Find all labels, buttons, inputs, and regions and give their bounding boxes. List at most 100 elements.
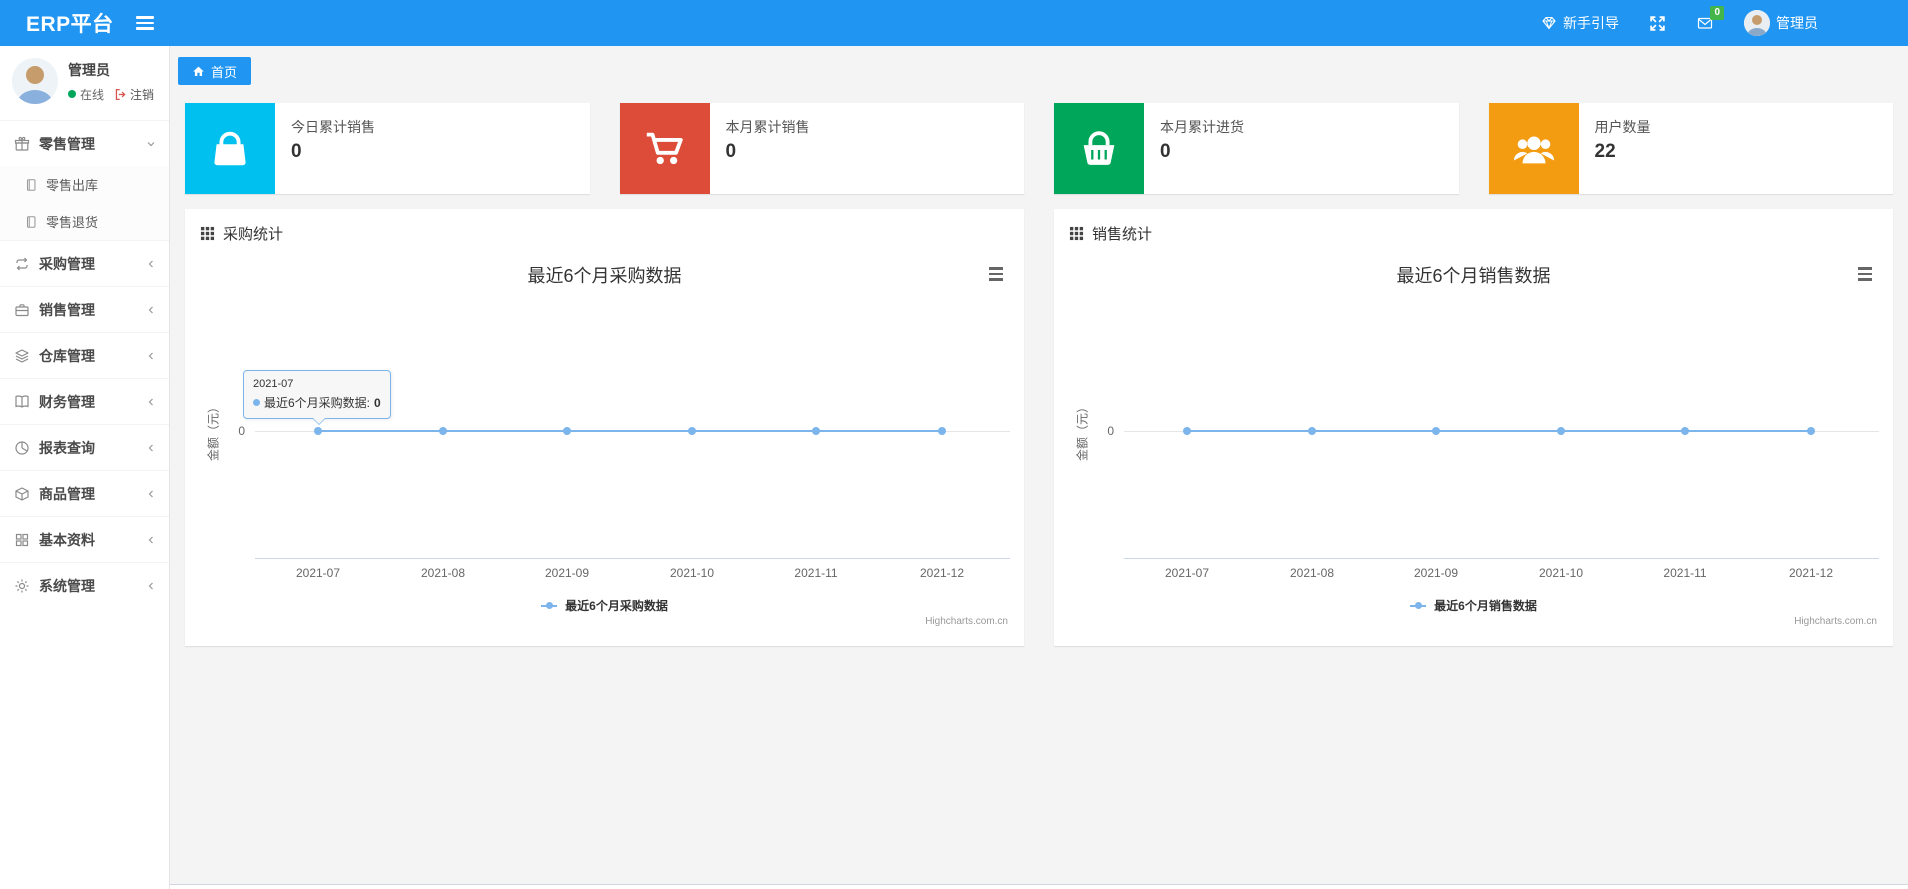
stat-value: 22 bbox=[1594, 141, 1616, 162]
sidebar-item-retail[interactable]: 零售管理 bbox=[0, 120, 169, 166]
chevron-left-icon bbox=[145, 580, 157, 592]
sidebar-item-retail-outbound[interactable]: 零售出库 bbox=[0, 166, 169, 203]
chart-context-menu-button[interactable] bbox=[986, 264, 1006, 284]
x-tick-label: 2021-11 bbox=[794, 566, 838, 580]
chart-title: 最近6个月销售数据 bbox=[1396, 266, 1551, 286]
sidebar-toggle-button[interactable] bbox=[135, 16, 154, 30]
x-tick-label: 2021-10 bbox=[1538, 566, 1584, 580]
tooltip-series-dot-icon bbox=[253, 399, 260, 406]
context-menu-icon bbox=[989, 267, 1003, 270]
chevron-left-icon bbox=[145, 534, 157, 546]
x-tick-label: 2021-09 bbox=[544, 566, 590, 580]
book-icon bbox=[14, 394, 30, 410]
app-brand: ERP平台 bbox=[26, 13, 114, 36]
stat-card-today-sales: 今日累计销售 0 bbox=[185, 103, 590, 194]
stat-title: 本月累计进货 bbox=[1160, 119, 1244, 135]
x-tick-label: 2021-07 bbox=[1164, 566, 1210, 580]
x-axis-line bbox=[1124, 558, 1879, 559]
sidebar-user-panel: 管理员 在线 注销 bbox=[0, 46, 169, 116]
data-point-marker bbox=[1557, 427, 1565, 435]
logout-button[interactable]: 注销 bbox=[114, 86, 154, 103]
charts-row: 采购统计 最近6个月采购数据 金额（元） 0 2021-07 2021-08 2… bbox=[185, 209, 1893, 646]
legend-item[interactable]: 最近6个月销售数据 bbox=[1064, 597, 1883, 614]
fullscreen-button[interactable] bbox=[1649, 15, 1666, 32]
chart-tooltip: 2021-07 最近6个月采购数据: 0 bbox=[243, 370, 391, 425]
tooltip-arrow bbox=[312, 417, 326, 425]
y-axis-label: 金额（元） bbox=[206, 400, 221, 462]
sidebar-item-sales[interactable]: 销售管理 bbox=[0, 286, 169, 332]
th-grid-icon bbox=[200, 226, 215, 241]
chart-title: 最近6个月采购数据 bbox=[527, 266, 682, 286]
stat-title: 本月累计销售 bbox=[725, 119, 810, 135]
data-point-marker bbox=[1308, 427, 1316, 435]
data-point-marker bbox=[1432, 427, 1440, 435]
data-point-marker bbox=[938, 427, 946, 435]
data-point-marker bbox=[314, 427, 322, 435]
stat-cards-row: 今日累计销售 0 本月累计销售 0 本月累计进货 0 用户数量 22 bbox=[185, 103, 1893, 194]
main-content: 首页 今日累计销售 0 本月累计销售 0 本月累计进货 0 用户数量 22 采购… bbox=[170, 46, 1908, 889]
x-tick-label: 2021-08 bbox=[420, 566, 466, 580]
sidebar-item-retail-return[interactable]: 零售退货 bbox=[0, 203, 169, 240]
sidebar-item-purchase[interactable]: 采购管理 bbox=[0, 240, 169, 286]
layers-icon bbox=[14, 348, 30, 364]
retail-submenu: 零售出库 零售退货 bbox=[0, 166, 169, 240]
online-status: 在线 bbox=[80, 87, 105, 102]
messages-button[interactable]: 0 bbox=[1696, 6, 1724, 31]
sidebar-item-warehouse[interactable]: 仓库管理 bbox=[0, 332, 169, 378]
data-point-marker bbox=[439, 427, 447, 435]
x-tick-label: 2021-09 bbox=[1413, 566, 1459, 580]
guide-button[interactable]: 新手引导 bbox=[1541, 13, 1619, 33]
gear-icon bbox=[14, 578, 30, 594]
y-axis-label: 金额（元） bbox=[1075, 400, 1090, 462]
chevron-left-icon bbox=[145, 488, 157, 500]
user-menu[interactable]: 管理员 bbox=[1744, 10, 1818, 36]
top-navbar: ERP平台 新手引导 0 管理员 bbox=[0, 0, 1908, 46]
document-icon bbox=[24, 178, 38, 192]
gift-icon bbox=[14, 136, 30, 152]
chevron-left-icon bbox=[145, 350, 157, 362]
user-name: 管理员 bbox=[1776, 15, 1818, 31]
y-axis-tick: 0 bbox=[238, 424, 245, 438]
briefcase-icon bbox=[14, 302, 30, 318]
x-tick-label: 2021-10 bbox=[669, 566, 715, 580]
stat-title: 用户数量 bbox=[1594, 119, 1651, 135]
legend-item[interactable]: 最近6个月采购数据 bbox=[195, 597, 1014, 614]
tooltip-value: 0 bbox=[374, 395, 381, 410]
legend-label: 最近6个月采购数据 bbox=[565, 599, 668, 613]
legend-label: 最近6个月销售数据 bbox=[1434, 599, 1537, 613]
x-tick-label: 2021-07 bbox=[295, 566, 341, 580]
pie-chart-icon bbox=[14, 440, 30, 456]
home-icon bbox=[193, 66, 204, 76]
highcharts-credit-link[interactable]: Highcharts.com.cn bbox=[1794, 616, 1877, 627]
sidebar-user-name: 管理员 bbox=[68, 61, 110, 78]
stat-value: 0 bbox=[291, 141, 302, 162]
tab-home[interactable]: 首页 bbox=[178, 57, 252, 85]
series-line bbox=[1187, 430, 1811, 432]
data-point-marker bbox=[563, 427, 571, 435]
sidebar-item-finance[interactable]: 财务管理 bbox=[0, 378, 169, 424]
sidebar-item-report[interactable]: 报表查询 bbox=[0, 424, 169, 470]
chevron-down-icon bbox=[145, 138, 157, 150]
chevron-left-icon bbox=[145, 304, 157, 316]
chevron-left-icon bbox=[145, 396, 157, 408]
stat-card-month-purchase: 本月累计进货 0 bbox=[1054, 103, 1459, 194]
sidebar-item-basic[interactable]: 基本资料 bbox=[0, 516, 169, 562]
sidebar-item-system[interactable]: 系统管理 bbox=[0, 562, 169, 608]
chevron-left-icon bbox=[145, 258, 157, 270]
x-tick-label: 2021-12 bbox=[919, 566, 965, 580]
series-line bbox=[318, 430, 942, 432]
sidebar-item-product[interactable]: 商品管理 bbox=[0, 470, 169, 516]
stat-card-month-sales: 本月累计销售 0 bbox=[619, 103, 1024, 194]
x-tick-label: 2021-12 bbox=[1788, 566, 1834, 580]
shopping-basket-icon bbox=[1054, 103, 1144, 194]
package-icon bbox=[14, 486, 30, 502]
stat-value: 0 bbox=[725, 141, 737, 162]
chart-context-menu-button[interactable] bbox=[1855, 264, 1875, 284]
sidebar-menu: 零售管理 零售出库 零售退货 采购管理 销售管理 仓库管理 财务管理 报表查询 … bbox=[0, 120, 169, 608]
sales-chart: 最近6个月销售数据 金额（元） 0 2021-07 2021-08 2021-0… bbox=[1064, 250, 1883, 632]
highcharts-credit-link[interactable]: Highcharts.com.cn bbox=[925, 616, 1008, 627]
footer bbox=[170, 884, 1908, 889]
messages-badge: 0 bbox=[1710, 6, 1724, 20]
repeat-icon bbox=[14, 256, 30, 272]
purchase-chart: 最近6个月采购数据 金额（元） 0 2021-07 2021-08 2021-0… bbox=[195, 250, 1014, 632]
